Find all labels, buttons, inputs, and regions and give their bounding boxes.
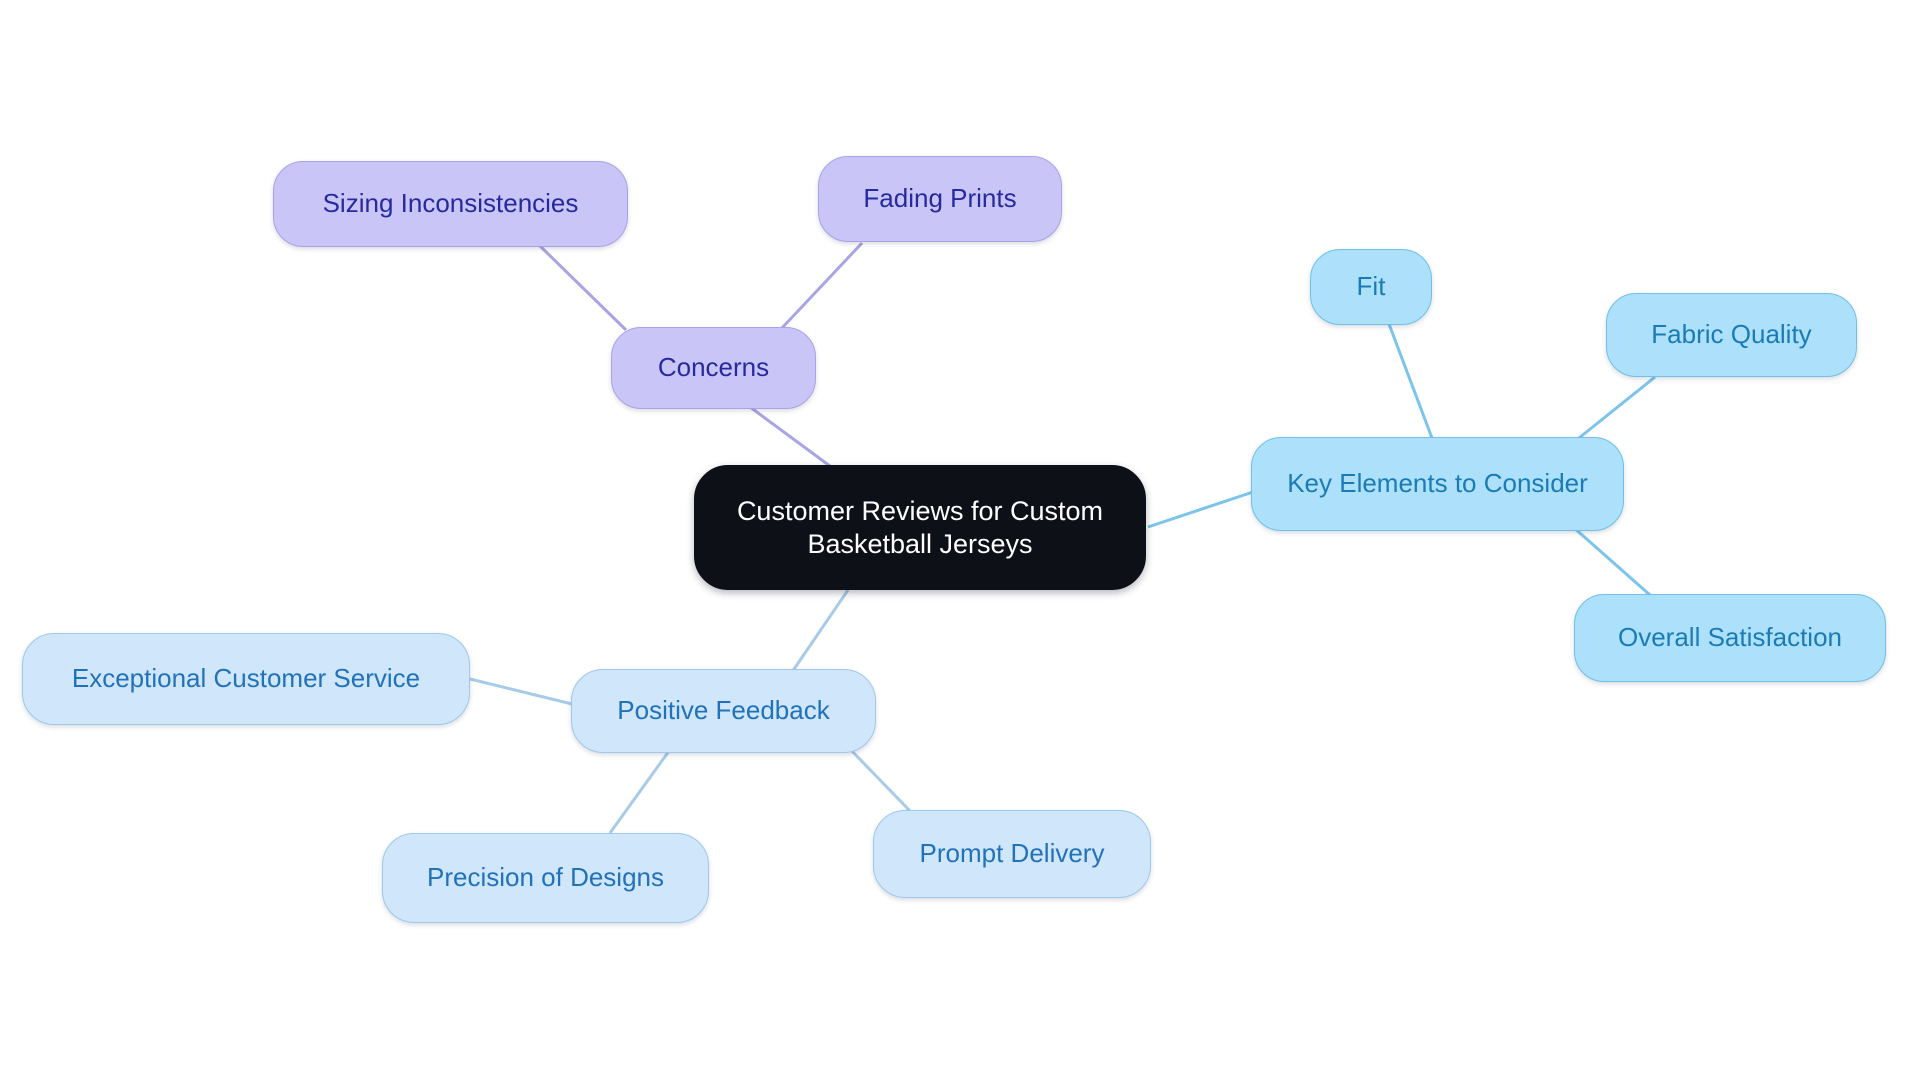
branch-node-positive-feedback[interactable]: Positive Feedback bbox=[571, 669, 876, 753]
branch-node-key-elements-to-consider[interactable]: Key Elements to Consider bbox=[1251, 437, 1624, 531]
branch-node-concerns[interactable]: Concerns bbox=[611, 327, 816, 409]
leaf-node-fit-label: Fit bbox=[1356, 271, 1386, 302]
branch-node-concerns-label: Concerns bbox=[657, 352, 770, 383]
edge-root-to-positive-feedback bbox=[788, 589, 850, 676]
edge-positive-feedback-to-prompt-delivery bbox=[847, 746, 912, 813]
mindmap-canvas: Customer Reviews for Custom Basketball J… bbox=[0, 0, 1920, 1083]
leaf-node-prompt-delivery-label: Prompt Delivery bbox=[919, 838, 1105, 869]
leaf-node-sizing-inconsistencies-label: Sizing Inconsistencies bbox=[322, 188, 579, 219]
leaf-node-fabric-quality[interactable]: Fabric Quality bbox=[1606, 293, 1857, 377]
leaf-node-overall-satisfaction[interactable]: Overall Satisfaction bbox=[1574, 594, 1886, 682]
leaf-node-fading-prints-label: Fading Prints bbox=[863, 183, 1017, 214]
leaf-node-precision-of-designs[interactable]: Precision of Designs bbox=[382, 833, 709, 923]
edge-key-elements-to-fabric-quality bbox=[1573, 375, 1656, 444]
leaf-node-exceptional-customer-service-label: Exceptional Customer Service bbox=[71, 663, 421, 694]
leaf-node-precision-of-designs-label: Precision of Designs bbox=[427, 862, 664, 893]
edge-concerns-to-sizing-inconsistencies bbox=[538, 244, 628, 332]
leaf-node-sizing-inconsistencies[interactable]: Sizing Inconsistencies bbox=[273, 161, 628, 247]
leaf-node-fading-prints[interactable]: Fading Prints bbox=[818, 156, 1062, 242]
branch-node-positive-feedback-label: Positive Feedback bbox=[617, 695, 830, 726]
edge-key-elements-to-fit bbox=[1387, 323, 1434, 439]
branch-node-key-elements-to-consider-label: Key Elements to Consider bbox=[1287, 468, 1588, 499]
root-node[interactable]: Customer Reviews for Custom Basketball J… bbox=[694, 465, 1146, 590]
edge-positive-feedback-to-precision-of-designs bbox=[608, 750, 671, 834]
root-node-label: Customer Reviews for Custom Basketball J… bbox=[736, 495, 1104, 559]
leaf-node-overall-satisfaction-label: Overall Satisfaction bbox=[1618, 622, 1842, 653]
leaf-node-fabric-quality-label: Fabric Quality bbox=[1651, 319, 1812, 350]
edge-concerns-to-fading-prints bbox=[780, 241, 864, 330]
edge-root-to-key-elements bbox=[1147, 490, 1254, 529]
leaf-node-prompt-delivery[interactable]: Prompt Delivery bbox=[873, 810, 1151, 898]
leaf-node-fit[interactable]: Fit bbox=[1310, 249, 1432, 325]
edge-positive-feedback-to-exceptional-customer-service bbox=[469, 677, 573, 706]
leaf-node-exceptional-customer-service[interactable]: Exceptional Customer Service bbox=[22, 633, 470, 725]
edge-key-elements-to-overall-satisfaction bbox=[1572, 525, 1651, 597]
